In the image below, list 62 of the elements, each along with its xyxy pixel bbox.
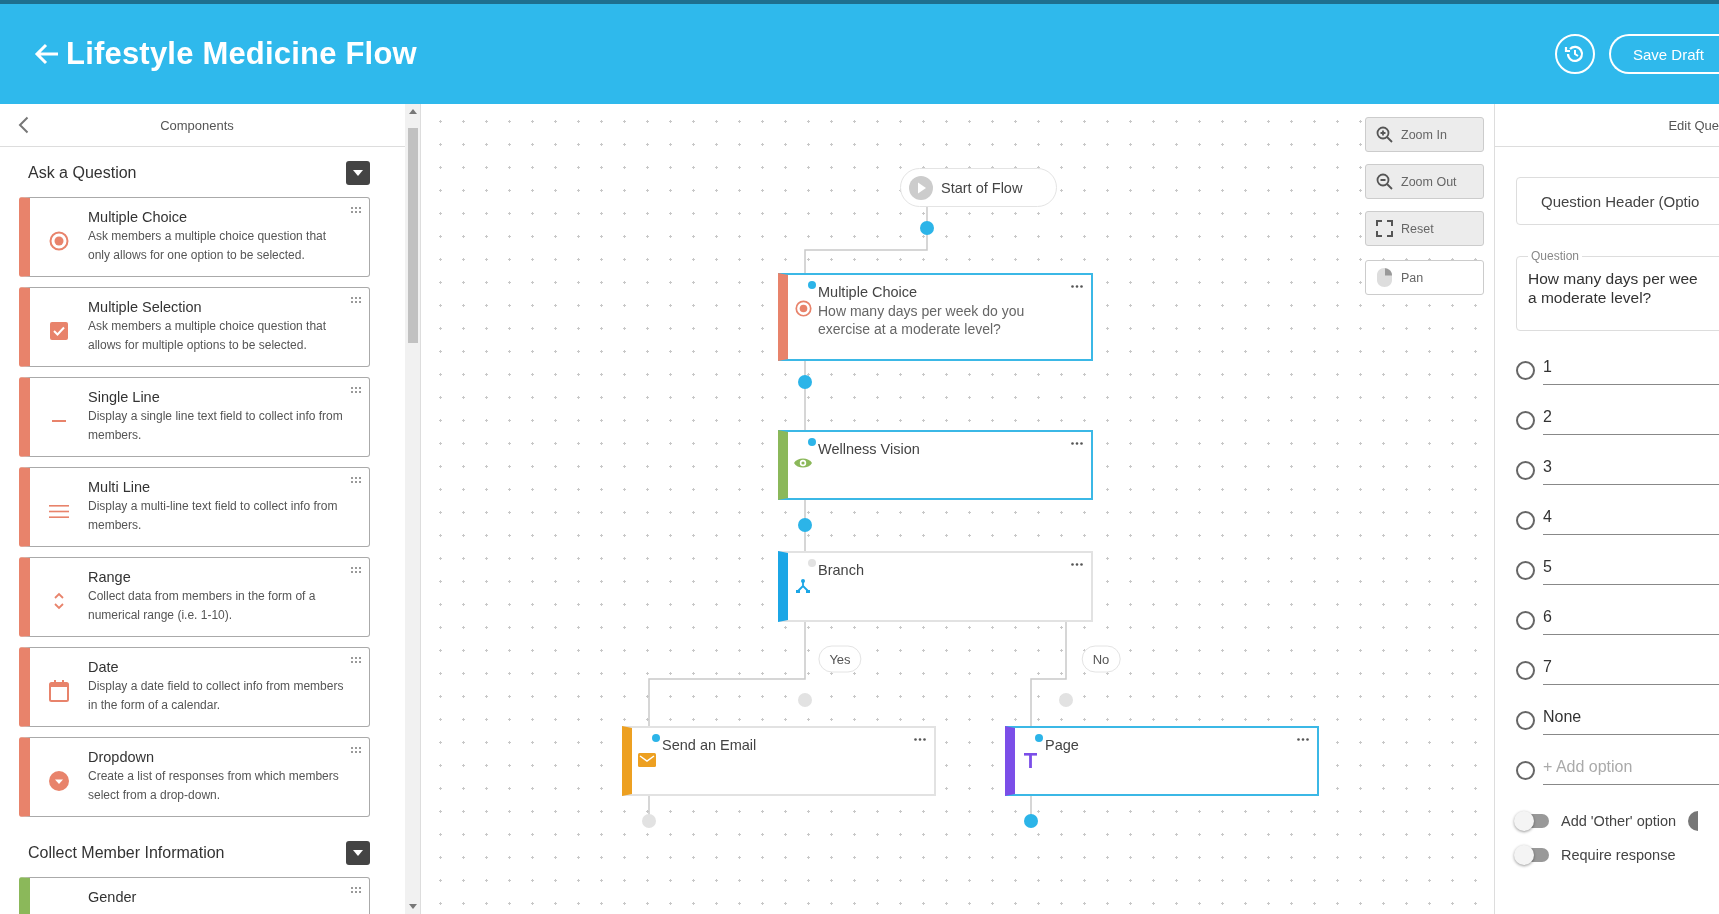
branch-label: No	[1081, 645, 1121, 673]
section-title: Ask a Question	[28, 164, 137, 182]
component-description: Display a multi-line text field to collect info from members.	[88, 498, 339, 534]
question-text: How many days per wee	[1528, 269, 1699, 288]
flow-node[interactable]: Send an Email	[622, 726, 936, 796]
component-title: Range	[88, 569, 132, 585]
question-text: a moderate level?	[1528, 288, 1653, 307]
component-description: Collect data from members in the form of a numerical range (i.e. 1-10).	[88, 588, 317, 624]
component-title: Gender	[88, 889, 138, 905]
component-card[interactable]: Multiple Choice Ask members a multiple choice question that only allows for one option to be selected.	[19, 197, 370, 277]
question-header-field[interactable]: Question Header (Optio	[1516, 177, 1719, 225]
component-title: Single Line	[88, 389, 161, 405]
panel-title: Edit Que	[1668, 117, 1719, 133]
option-field[interactable]: 5	[1543, 549, 1719, 585]
component-card[interactable]: Single Line Display a single line text field to collect info from members.	[19, 377, 370, 457]
start-node[interactable]: Start of Flow	[900, 168, 1057, 207]
section-title: Collect Member Information	[28, 844, 225, 862]
flow-node[interactable]: Page	[1005, 726, 1319, 796]
component-title: Multiple Selection	[88, 299, 203, 315]
option-field[interactable]: 6	[1543, 599, 1719, 635]
pan-button[interactable]: Pan	[1365, 260, 1484, 295]
flow-node[interactable]: Branch	[778, 551, 1093, 622]
zoom-in-button[interactable]: Zoom In	[1365, 117, 1484, 152]
option-field[interactable]: None	[1543, 699, 1719, 735]
page-title: Lifestyle Medicine Flow	[66, 36, 418, 72]
option-field[interactable]: 3	[1543, 449, 1719, 485]
option-field[interactable]: 1	[1543, 349, 1719, 385]
component-description: Create a list of responses from which members select from a drop-down.	[88, 768, 340, 804]
node-title: Multiple Choice	[818, 284, 919, 300]
node-title: Branch	[818, 562, 865, 578]
branch-label: Yes	[818, 645, 862, 673]
component-title: Date	[88, 659, 120, 675]
component-card[interactable]: Multi Line Display a multi-line text field to collect info from members.	[19, 467, 370, 547]
question-field[interactable]: Question How many days per wee a moderate level?	[1516, 249, 1719, 331]
component-description: Ask members a multiple choice question that only allows for one option to be selected.	[88, 228, 328, 264]
component-description: Display a date field to collect info from members in the form of a calendar.	[88, 678, 345, 714]
toggle-label: Add 'Other' option	[1561, 813, 1677, 829]
field-label: Question	[1530, 249, 1581, 263]
zoom-out-button[interactable]: Zoom Out	[1365, 164, 1484, 199]
node-title: Send an Email	[662, 737, 758, 753]
toggle-label: Require response	[1561, 847, 1676, 863]
component-description: Display a single line text field to collect info from members.	[88, 408, 344, 444]
component-title: Multi Line	[88, 479, 152, 495]
component-card[interactable]: Dropdown Create a list of responses from which members select from a drop-down.	[19, 737, 370, 817]
node-question: How many days per week do you exercise at a moderate level?	[818, 302, 1026, 338]
node-title: Page	[1045, 737, 1080, 753]
flow-node[interactable]: Wellness Vision	[778, 430, 1093, 500]
component-card[interactable]: Multiple Selection Ask members a multiple choice question that allows for multiple options to be selected.	[19, 287, 370, 367]
option-field[interactable]: 2	[1543, 399, 1719, 435]
component-card[interactable]: Date Display a date field to collect info from members in the form of a calendar.	[19, 647, 370, 727]
panel-title: Components	[159, 117, 235, 133]
reset-button[interactable]: Reset	[1365, 211, 1484, 246]
component-description: Ask members a multiple choice question that allows for multiple options to be selected.	[88, 318, 328, 354]
flow-node[interactable]: Multiple Choice How many days per week do you exercise at a moderate level?	[778, 273, 1093, 361]
component-card[interactable]: Range Collect data from members in the form of a numerical range (i.e. 1-10).	[19, 557, 370, 637]
option-field[interactable]: 7	[1543, 649, 1719, 685]
component-title: Multiple Choice	[88, 209, 189, 225]
option-field[interactable]: 4	[1543, 499, 1719, 535]
component-title: Dropdown	[88, 749, 156, 765]
node-title: Wellness Vision	[818, 441, 921, 457]
start-label: Start of Flow	[941, 179, 1023, 196]
component-card[interactable]: Gender	[19, 877, 370, 914]
